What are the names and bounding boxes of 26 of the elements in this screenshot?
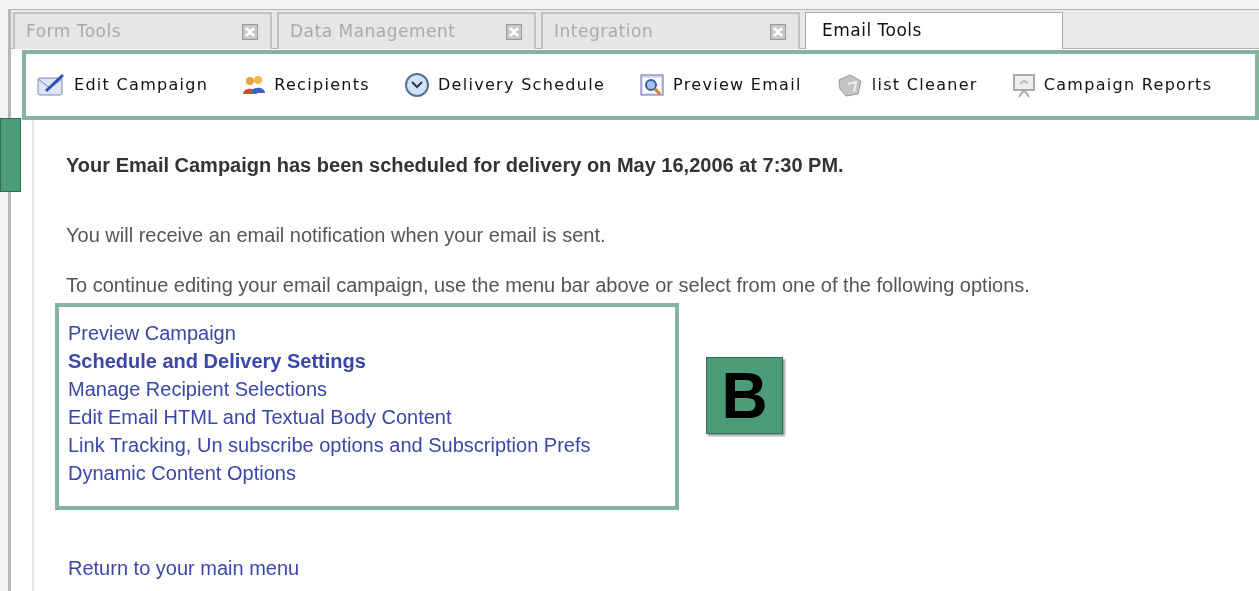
callout-label: B [706,357,783,434]
option-link[interactable]: Manage Recipient Selections [68,375,328,403]
envelope-pen-icon [36,72,66,98]
toolbar-button[interactable]: list Cleaner [835,70,978,100]
close-icon[interactable] [770,23,786,40]
clock-icon [403,72,430,98]
close-icon[interactable] [506,23,522,40]
instruction-text: To continue editing your email campaign, use the menu bar above or select from one of the following options. [66,273,1030,298]
people-icon [242,74,267,96]
option-link[interactable]: Dynamic Content Options [68,459,296,487]
option-link[interactable]: Edit Email HTML and Textual Body Content [68,403,452,431]
toolbar-button[interactable]: Preview Email [639,70,802,100]
option-link[interactable]: Preview Campaign [68,319,236,347]
toolbar-button[interactable]: Delivery Schedule [403,70,606,100]
tab[interactable]: Email Tools [805,12,1063,49]
toolbar-button[interactable]: Campaign Reports [1011,70,1213,100]
return-link[interactable]: Return to your main menu [68,553,300,583]
toolbar-button[interactable]: Edit Campaign [36,70,209,100]
confirmation-heading: Your Email Campaign has been scheduled for delivery on May 16,2006 at 7:30 PM. [66,153,845,178]
option-link[interactable]: Schedule and Delivery Settings [68,347,366,375]
toolbar-button[interactable]: Recipients [242,70,370,100]
option-link[interactable]: Link Tracking, Un subscribe options and Subscription Prefs [68,431,591,459]
notice-text: You will receive an email notification when your email is sent. [66,223,607,248]
presentation-board-icon [1011,72,1036,98]
close-icon[interactable] [242,23,258,40]
magnifier-window-icon [639,73,666,97]
